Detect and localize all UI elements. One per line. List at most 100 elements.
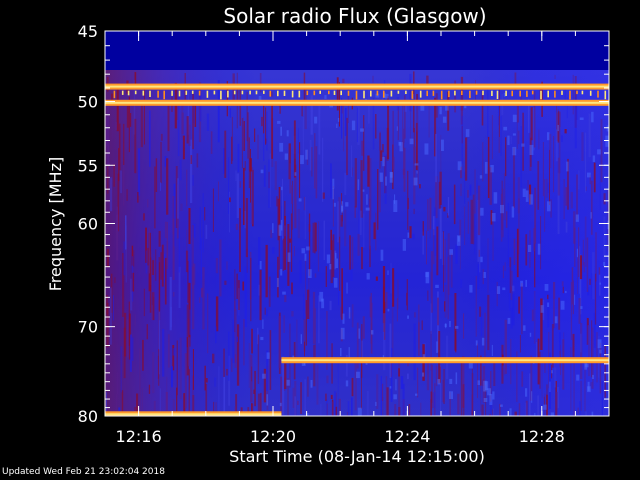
- noise-speckle: [260, 336, 264, 341]
- noise-speckle: [564, 290, 567, 294]
- noise-speckle: [442, 116, 447, 123]
- interference-tick: [589, 90, 592, 96]
- interference-tick: [220, 90, 222, 100]
- interference-tick: [319, 90, 321, 94]
- noise-streak: [553, 282, 556, 300]
- noise-streak: [392, 110, 394, 164]
- noise-speckle: [262, 319, 264, 329]
- noise-streak: [137, 148, 141, 196]
- noise-speckle: [554, 316, 558, 324]
- noise-streak: [204, 207, 206, 221]
- noise-speckle: [502, 287, 506, 291]
- noise-speckle: [333, 202, 336, 207]
- noise-speckle: [356, 371, 360, 379]
- noise-streak: [477, 264, 480, 290]
- noise-streak: [223, 376, 226, 416]
- noise-speckle: [484, 161, 488, 174]
- noise-streak: [113, 164, 115, 187]
- noise-streak: [554, 74, 556, 79]
- noise-streak: [323, 220, 325, 260]
- noise-streak: [487, 294, 490, 351]
- noise-streak: [476, 180, 478, 194]
- noise-streak: [484, 312, 486, 364]
- noise-streak: [205, 378, 208, 383]
- noise-streak: [522, 112, 524, 171]
- noise-streak: [432, 229, 435, 265]
- noise-speckle: [483, 272, 486, 278]
- noise-streak: [120, 346, 122, 393]
- noise-speckle: [551, 370, 553, 374]
- noise-speckle: [282, 291, 286, 295]
- noise-streak: [154, 166, 156, 229]
- noise-speckle: [280, 269, 283, 276]
- noise-speckle: [422, 372, 425, 377]
- noise-speckle: [298, 198, 302, 202]
- noise-streak: [116, 372, 119, 395]
- noise-streak: [304, 196, 306, 240]
- interference-tick: [569, 90, 571, 100]
- noise-speckle: [262, 373, 266, 379]
- noise-streak: [136, 393, 139, 414]
- noise-streak: [531, 309, 534, 322]
- noise-streak: [373, 222, 376, 240]
- interference-tick: [233, 90, 236, 95]
- interference-tick: [163, 90, 165, 100]
- noise-streak: [379, 133, 381, 169]
- noise-streak: [118, 123, 121, 171]
- noise-streak: [254, 128, 256, 142]
- interference-tick: [448, 90, 450, 98]
- noise-streak: [113, 295, 114, 321]
- noise-streak: [291, 185, 293, 204]
- noise-streak: [140, 99, 143, 148]
- noise-streak: [215, 326, 217, 344]
- noise-speckle: [348, 347, 350, 358]
- noise-streak: [190, 155, 193, 164]
- noise-streak: [145, 250, 147, 274]
- noise-speckle: [547, 132, 550, 141]
- noise-streak: [244, 161, 246, 171]
- noise-speckle: [294, 172, 297, 176]
- noise-streak: [228, 331, 230, 381]
- noise-streak: [315, 222, 317, 252]
- noise-streak: [134, 118, 137, 174]
- noise-speckle: [324, 95, 327, 99]
- noise-streak: [549, 133, 552, 169]
- noise-streak: [389, 323, 392, 378]
- noise-streak: [189, 309, 191, 335]
- noise-speckle: [266, 352, 270, 359]
- noise-speckle: [332, 188, 334, 200]
- noise-streak: [254, 370, 256, 407]
- noise-speckle: [547, 201, 551, 212]
- noise-streak: [155, 249, 157, 281]
- noise-speckle: [479, 175, 483, 179]
- noise-streak: [491, 409, 494, 416]
- noise-streak: [203, 414, 206, 416]
- noise-streak: [322, 137, 324, 202]
- noise-speckle: [387, 270, 389, 275]
- noise-streak: [418, 322, 420, 356]
- noise-speckle: [437, 379, 441, 385]
- noise-streak: [525, 234, 528, 266]
- noise-streak: [496, 281, 498, 307]
- noise-streak: [317, 221, 320, 272]
- interference-tick: [149, 90, 151, 97]
- noise-streak: [471, 368, 473, 416]
- noise-streak: [115, 122, 118, 130]
- noise-streak: [176, 340, 178, 396]
- noise-streak: [334, 391, 337, 416]
- update-timestamp: Updated Wed Feb 21 23:02:04 2018: [2, 467, 165, 477]
- spectrogram-top-dark-band: [105, 31, 609, 70]
- noise-streak: [574, 227, 576, 267]
- noise-speckle: [307, 269, 312, 278]
- noise-streak: [244, 211, 246, 229]
- noise-streak: [283, 225, 286, 237]
- noise-streak: [289, 163, 291, 194]
- noise-streak: [139, 348, 141, 413]
- noise-streak: [439, 208, 442, 259]
- noise-streak: [402, 168, 405, 175]
- noise-streak: [599, 274, 601, 296]
- noise-speckle: [384, 93, 389, 99]
- noise-streak: [578, 298, 581, 324]
- noise-streak: [134, 313, 136, 326]
- noise-speckle: [455, 325, 459, 329]
